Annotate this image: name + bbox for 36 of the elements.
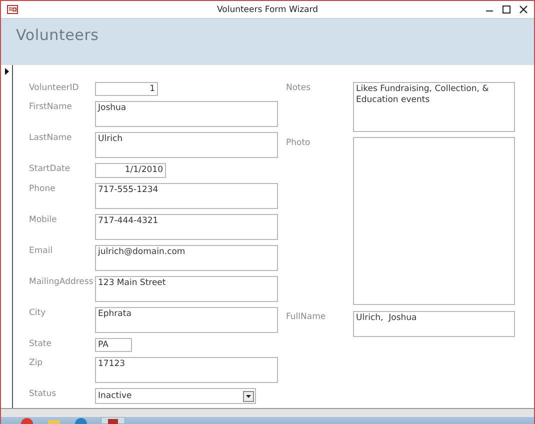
field-label: VolunteerID: [29, 82, 80, 93]
input-field[interactable]: PA: [95, 338, 132, 352]
field-label: Mobile: [29, 214, 58, 225]
input-field[interactable]: 17123: [95, 357, 278, 383]
field-label: MailingAddress: [29, 276, 94, 287]
field-label: Status: [29, 388, 58, 399]
field-label: State: [29, 338, 52, 349]
access-app-icon[interactable]: [101, 417, 125, 424]
dropdown-field[interactable]: Inactive: [95, 388, 256, 404]
input-field[interactable]: Ulrich: [95, 132, 278, 158]
field-label: Photo: [286, 137, 312, 148]
field-label: StartDate: [29, 163, 72, 174]
circle-app-icon[interactable]: [21, 417, 33, 424]
input-field[interactable]: 1/1/2010: [95, 163, 166, 178]
field-label: LastName: [29, 132, 73, 143]
field-label: Notes: [286, 82, 312, 93]
form-app-icon: [7, 5, 18, 14]
input-field[interactable]: 717-555-1234: [95, 183, 278, 209]
form-title: Volunteers: [16, 26, 99, 44]
window-title: Volunteers Form Wizard: [216, 4, 318, 14]
field-label: Phone: [29, 183, 56, 194]
input-field[interactable]: julrich@domain.com: [95, 245, 278, 271]
input-field[interactable]: 123 Main Street: [95, 276, 278, 302]
input-field[interactable]: 717-444-4321: [95, 214, 278, 240]
input-field[interactable]: Ephrata: [95, 307, 278, 333]
maximize-icon[interactable]: [502, 5, 511, 14]
field-label: FirstName: [29, 101, 73, 112]
field-label: City: [29, 307, 47, 318]
notes-field[interactable]: Likes Fundraising, Collection, & Education events: [353, 82, 515, 132]
input-field[interactable]: Joshua: [95, 101, 278, 127]
close-icon[interactable]: [519, 5, 528, 14]
field-label: Zip: [29, 357, 44, 368]
input-field[interactable]: Ulrich, Joshua: [353, 311, 515, 337]
field-label: FullName: [286, 311, 327, 322]
field-label: Email: [29, 245, 54, 256]
input-field[interactable]: 1: [95, 82, 158, 96]
